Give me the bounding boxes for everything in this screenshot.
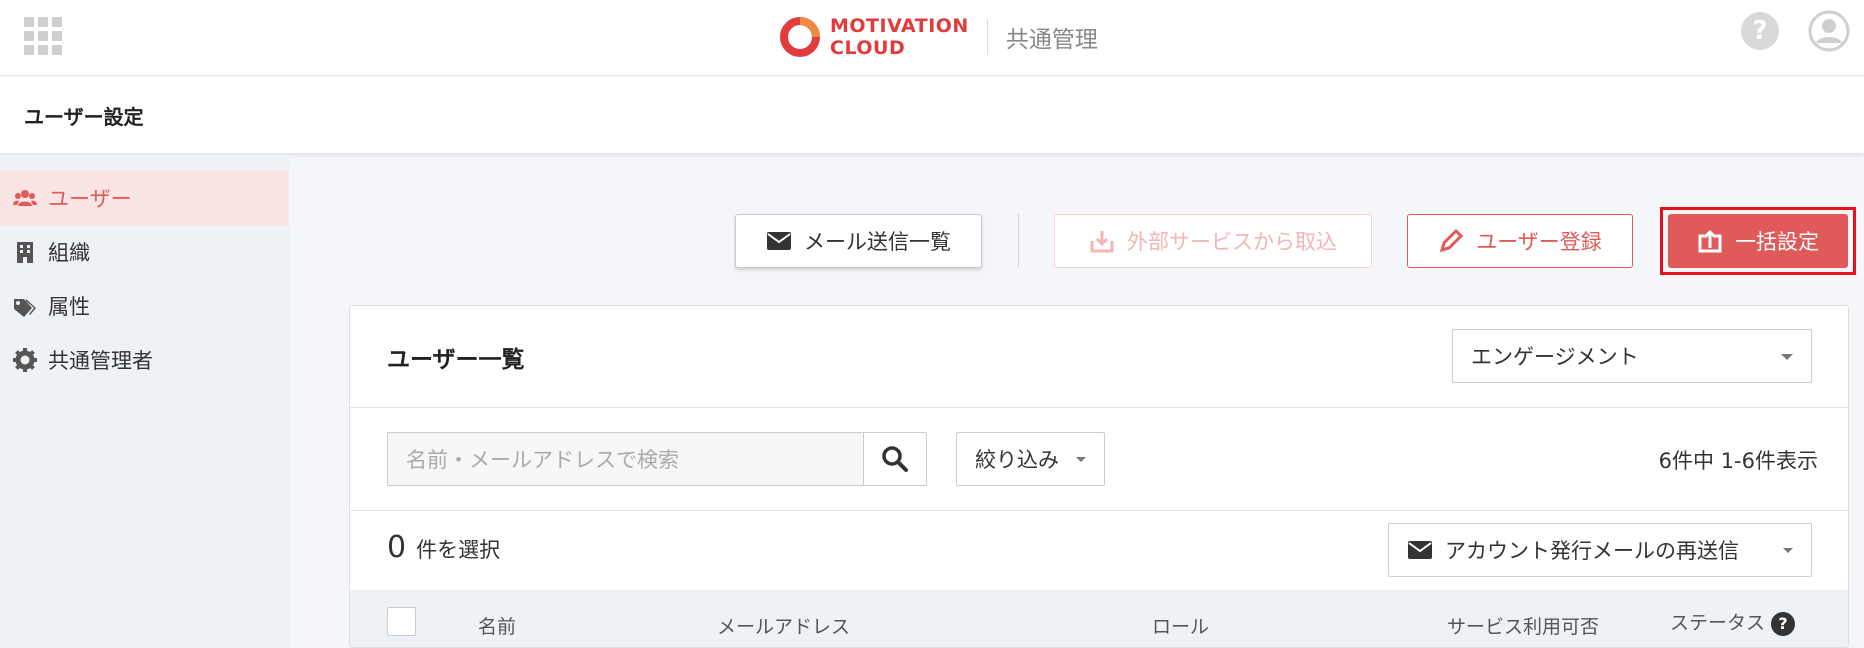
envelope-icon bbox=[1408, 541, 1432, 559]
column-header-name[interactable]: 名前 bbox=[478, 612, 516, 639]
mail-list-label: メール送信一覧 bbox=[804, 230, 951, 254]
brand-divider bbox=[986, 19, 988, 55]
filter-button[interactable]: 絞り込み bbox=[956, 432, 1105, 486]
import-external-label: 外部サービスから取込 bbox=[1127, 230, 1337, 254]
motivation-cloud-logo-icon bbox=[780, 17, 820, 57]
sidebar-item-users[interactable]: ユーザー bbox=[0, 171, 289, 225]
sidebar-item-label: 属性 bbox=[48, 295, 90, 319]
page-title: ユーザー設定 bbox=[24, 105, 144, 129]
help-icon[interactable]: ? bbox=[1741, 12, 1779, 50]
users-icon bbox=[13, 190, 37, 206]
selected-count: 0 件を選択 bbox=[387, 530, 500, 565]
account-icon[interactable] bbox=[1808, 10, 1850, 52]
sidebar-item-label: 共通管理者 bbox=[48, 349, 153, 373]
select-all-checkbox[interactable] bbox=[387, 607, 416, 636]
resend-account-mail-label: アカウント発行メールの再送信 bbox=[1445, 539, 1739, 563]
help-icon[interactable]: ? bbox=[1771, 611, 1796, 636]
chevron-down-icon bbox=[1781, 354, 1793, 360]
gear-icon bbox=[13, 348, 37, 372]
selected-count-number: 0 bbox=[387, 530, 407, 565]
bulk-settings-label: 一括設定 bbox=[1735, 230, 1819, 254]
column-header-email[interactable]: メールアドレス bbox=[717, 612, 850, 639]
top-bar: MOTIVATION CLOUD 共通管理 ? bbox=[0, 0, 1864, 76]
toolbar-divider bbox=[1018, 214, 1019, 268]
user-list-title: ユーザー一覧 bbox=[387, 347, 525, 373]
register-user-button[interactable]: ユーザー登録 bbox=[1407, 214, 1633, 268]
register-user-label: ユーザー登録 bbox=[1476, 230, 1602, 254]
download-icon bbox=[1090, 231, 1114, 253]
divider bbox=[350, 510, 1848, 511]
divider bbox=[350, 407, 1848, 408]
bulk-settings-button[interactable]: 一括設定 bbox=[1668, 214, 1848, 268]
brand-line-1: MOTIVATION bbox=[830, 15, 969, 37]
import-external-button[interactable]: 外部サービスから取込 bbox=[1054, 214, 1372, 268]
search-button[interactable] bbox=[863, 432, 927, 486]
search-placeholder: 名前・メールアドレスで検索 bbox=[406, 448, 679, 472]
brand-logo[interactable]: MOTIVATION CLOUD 共通管理 bbox=[778, 14, 1098, 60]
sidebar: ユーザー 組織 属性 共通管理者 bbox=[0, 155, 289, 648]
search-input[interactable]: 名前・メールアドレスで検索 bbox=[387, 432, 863, 486]
resend-account-mail-button[interactable]: アカウント発行メールの再送信 bbox=[1388, 523, 1812, 577]
table-header: 名前 メールアドレス ロール サービス利用可否 ステータス? bbox=[350, 590, 1848, 647]
column-header-status-wrap: ステータス? bbox=[1670, 608, 1796, 636]
envelope-icon bbox=[767, 232, 791, 250]
pencil-icon bbox=[1440, 228, 1464, 253]
sidebar-item-attributes[interactable]: 属性 bbox=[0, 279, 289, 333]
upload-icon bbox=[1698, 229, 1722, 253]
app-switcher-icon[interactable] bbox=[24, 17, 62, 55]
service-select-value: エンゲージメント bbox=[1471, 345, 1639, 369]
sidebar-item-label: 組織 bbox=[48, 241, 90, 265]
app-name: 共通管理 bbox=[1005, 27, 1098, 53]
chevron-down-icon bbox=[1076, 457, 1086, 462]
building-icon bbox=[17, 242, 33, 263]
sidebar-item-label: ユーザー bbox=[48, 187, 132, 211]
page-header: ユーザー設定 bbox=[0, 77, 1864, 153]
filter-label: 絞り込み bbox=[975, 448, 1059, 472]
brand-line-2: CLOUD bbox=[830, 37, 906, 59]
selected-count-label: 件を選択 bbox=[416, 538, 501, 562]
column-header-status[interactable]: ステータス bbox=[1670, 612, 1765, 634]
column-header-service-access[interactable]: サービス利用可否 bbox=[1447, 612, 1599, 639]
mail-list-button[interactable]: メール送信一覧 bbox=[735, 214, 982, 268]
result-count: 6件中 1-6件表示 bbox=[1658, 449, 1818, 473]
sidebar-item-organization[interactable]: 組織 bbox=[0, 225, 289, 279]
chevron-down-icon bbox=[1783, 548, 1793, 553]
tags-icon bbox=[14, 299, 36, 317]
search-icon bbox=[882, 446, 908, 472]
service-select[interactable]: エンゲージメント bbox=[1452, 329, 1812, 383]
user-list-card: ユーザー一覧 エンゲージメント 名前・メールアドレスで検索 絞り込み 6件中 1… bbox=[349, 305, 1849, 648]
sidebar-item-common-admins[interactable]: 共通管理者 bbox=[0, 333, 289, 387]
column-header-role[interactable]: ロール bbox=[1152, 612, 1209, 639]
brand-wordmark: MOTIVATION CLOUD bbox=[830, 15, 969, 59]
